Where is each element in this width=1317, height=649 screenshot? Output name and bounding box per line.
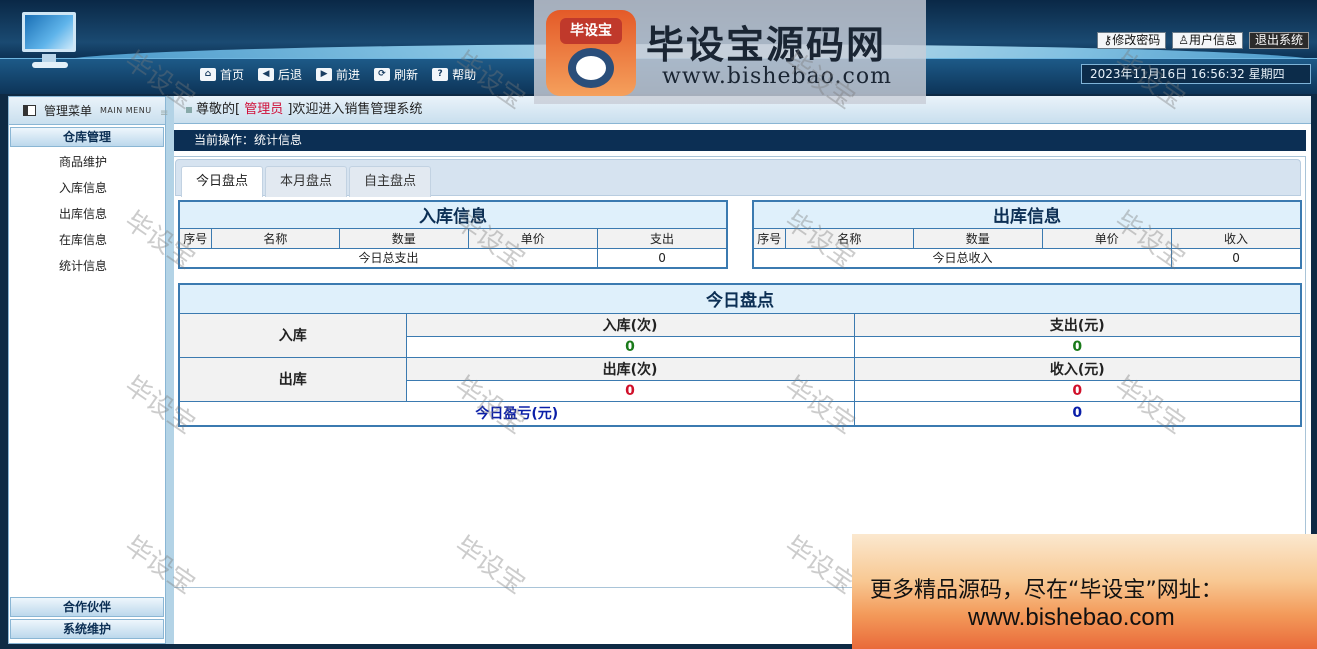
inbound-count-value: 0 [405, 335, 855, 358]
bullet-icon [186, 106, 192, 113]
summary-title: 今日盘点 [178, 283, 1302, 314]
sidebar-item-stock-info[interactable]: 在库信息 [9, 227, 165, 253]
datetime-display: 2023年11月16日 16:56:32 星期四 [1081, 64, 1311, 84]
user-info-label: 用户信息 [1188, 33, 1237, 47]
column-header: 序号 [178, 227, 212, 249]
help-icon: ? [432, 68, 449, 81]
inbound-title: 入库信息 [178, 200, 728, 229]
back-arrow-icon: ◀ [258, 68, 275, 81]
nav-back-button[interactable]: ◀ 后退 [254, 66, 306, 83]
column-header: 数量 [913, 227, 1043, 249]
sidebar-item-inbound-info[interactable]: 入库信息 [9, 175, 165, 201]
promo-line2: www.bishebao.com [968, 604, 1175, 631]
promo-banner: 更多精品源码，尽在“毕设宝”网址： www.bishebao.com [852, 534, 1317, 649]
monitor-logo-icon [18, 10, 80, 72]
outbound-count-label: 出库(次) [405, 356, 855, 381]
top-nav: ⌂ 首页 ◀ 后退 ▶ 前进 ⟳ 刷新 ? 帮助 [196, 66, 480, 83]
sidebar-item-outbound-info[interactable]: 出库信息 [9, 201, 165, 227]
sidebar-header: 管理菜单 MAIN MENU [9, 97, 165, 125]
forward-arrow-icon: ▶ [316, 68, 333, 81]
today-summary-table: 今日盘点 入库 入库(次) 支出(元) 0 0 出库 出库(次) 收入(元) 0… [178, 283, 1302, 427]
income-value: 0 [853, 379, 1302, 402]
profit-value: 0 [853, 400, 1302, 427]
column-header: 支出 [597, 227, 728, 249]
column-header: 数量 [339, 227, 469, 249]
logo-badge-text: 毕设宝 [560, 18, 622, 44]
change-password-label: 修改密码 [1112, 33, 1161, 47]
sidebar-bottom-groups: 合作伙伴 系统维护 [9, 595, 165, 641]
inbound-row-label: 入库 [178, 312, 407, 358]
tab-custom[interactable]: 自主盘点 [349, 166, 431, 197]
content-area: 今日盘点 本月盘点 自主盘点 入库信息 序号 名称 数量 单价 支出 今日总支出… [172, 156, 1306, 588]
sidebar-title: 管理菜单 [44, 104, 93, 118]
site-logo-watermark: 毕设宝 毕设宝源码网 www.bishebao.com [534, 0, 926, 104]
promo-line1: 更多精品源码，尽在“毕设宝”网址： [870, 578, 1223, 603]
top-links: ⚷修改密码 ♙用户信息 退出系统 [1097, 32, 1309, 49]
welcome-suffix: ]欢迎进入销售管理系统 [287, 102, 423, 117]
sidebar: 管理菜单 MAIN MENU 仓库管理 商品维护 入库信息 出库信息 在库信息 … [8, 96, 166, 644]
grip-icon: ≡ [160, 108, 169, 119]
profit-label: 今日盈亏(元) [178, 400, 855, 427]
user-info-button[interactable]: ♙用户信息 [1172, 32, 1243, 49]
logout-label: 退出系统 [1254, 33, 1303, 47]
tab-today[interactable]: 今日盘点 [181, 166, 263, 197]
nav-home-label: 首页 [220, 68, 245, 82]
nav-home-button[interactable]: ⌂ 首页 [196, 66, 248, 83]
expense-label: 支出(元) [853, 312, 1302, 337]
outbound-row-label: 出库 [178, 356, 407, 402]
outbound-table: 出库信息 序号 名称 数量 单价 收入 今日总收入 0 [752, 200, 1302, 269]
outbound-title: 出库信息 [752, 200, 1302, 229]
nav-refresh-label: 刷新 [394, 68, 419, 82]
outbound-total-label: 今日总收入 [752, 247, 1173, 269]
outbound-total-value: 0 [1171, 247, 1302, 269]
nav-forward-button[interactable]: ▶ 前进 [312, 66, 364, 83]
logo-title: 毕设宝源码网 [646, 23, 887, 67]
income-label: 收入(元) [853, 356, 1302, 381]
user-icon: ♙ [1178, 33, 1189, 47]
sidebar-group-partners[interactable]: 合作伙伴 [10, 597, 164, 617]
nav-refresh-button[interactable]: ⟳ 刷新 [370, 66, 422, 83]
refresh-icon: ⟳ [374, 68, 391, 81]
home-icon: ⌂ [200, 68, 216, 81]
sidebar-title-en: MAIN MENU [100, 106, 152, 115]
column-header: 序号 [752, 227, 786, 249]
current-operation-bar: 当前操作：统计信息 [172, 130, 1306, 151]
tab-month[interactable]: 本月盘点 [265, 166, 347, 197]
column-header: 收入 [1171, 227, 1302, 249]
change-password-button[interactable]: ⚷修改密码 [1097, 32, 1167, 49]
inbound-total-value: 0 [597, 247, 728, 269]
logo-url: www.bishebao.com [662, 64, 892, 89]
outbound-count-value: 0 [405, 379, 855, 402]
sidebar-splitter[interactable]: ≡ [160, 96, 174, 644]
sidebar-item-statistics[interactable]: 统计信息 [9, 253, 165, 279]
sidebar-item-product-maintenance[interactable]: 商品维护 [9, 149, 165, 175]
tab-bar: 今日盘点 本月盘点 自主盘点 [175, 159, 1301, 197]
nav-forward-label: 前进 [336, 68, 361, 82]
column-header: 名称 [210, 227, 341, 249]
welcome-prefix: 尊敬的[ [196, 102, 241, 117]
sidebar-group-system[interactable]: 系统维护 [10, 619, 164, 639]
inbound-count-label: 入库(次) [405, 312, 855, 337]
column-header: 单价 [467, 227, 599, 249]
column-header: 单价 [1041, 227, 1173, 249]
column-header: 名称 [784, 227, 915, 249]
welcome-role: 管理员 [240, 102, 288, 117]
inbound-total-label: 今日总支出 [178, 247, 599, 269]
expense-value: 0 [853, 335, 1302, 358]
menu-icon [23, 105, 36, 116]
key-icon: ⚷ [1103, 33, 1113, 47]
nav-help-label: 帮助 [452, 68, 477, 82]
nav-help-button[interactable]: ? 帮助 [428, 66, 480, 83]
inbound-table: 入库信息 序号 名称 数量 单价 支出 今日总支出 0 [178, 200, 728, 269]
logo-badge-icon: 毕设宝 [546, 10, 636, 96]
sidebar-group-warehouse[interactable]: 仓库管理 [10, 127, 164, 147]
logout-button[interactable]: 退出系统 [1248, 32, 1309, 49]
nav-back-label: 后退 [278, 68, 303, 82]
